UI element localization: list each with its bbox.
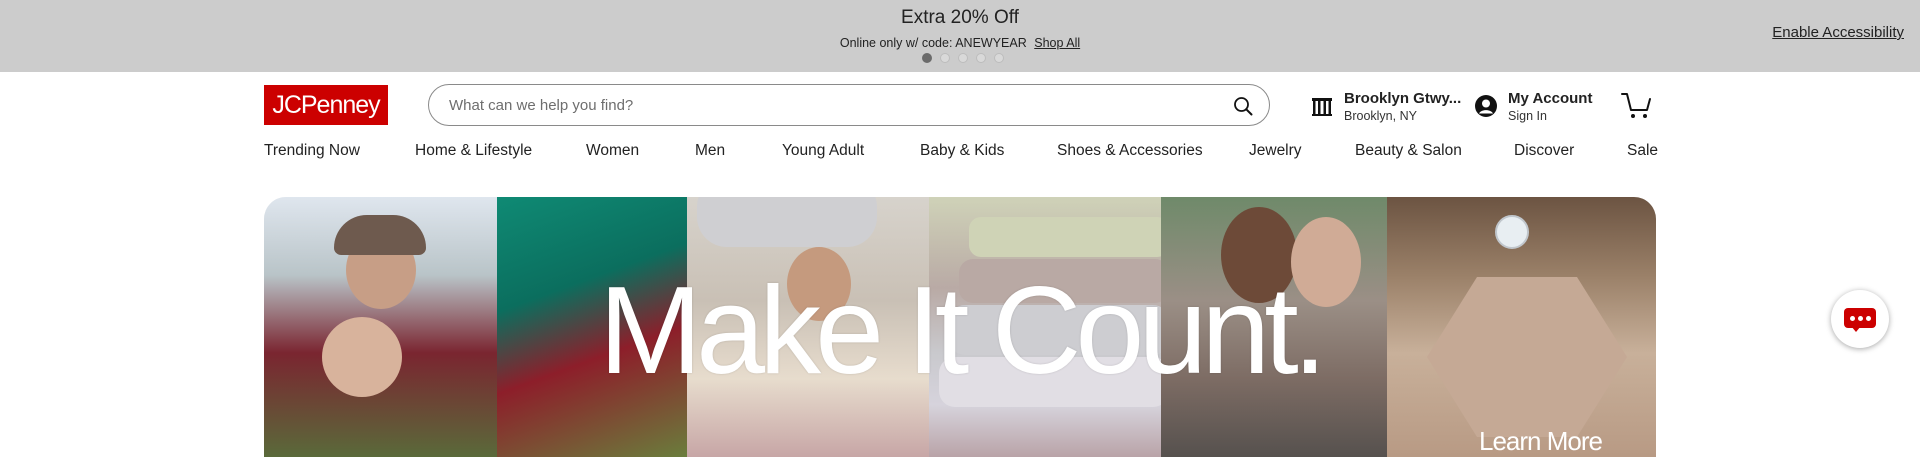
- nav-baby-kids[interactable]: Baby & Kids: [920, 142, 1004, 160]
- promo-subtitle: Online only w/ code: ANEWYEAR Shop All: [0, 36, 1920, 50]
- carousel-dot-3[interactable]: [958, 53, 968, 63]
- nav-men[interactable]: Men: [695, 142, 725, 160]
- shop-all-link[interactable]: Shop All: [1034, 36, 1080, 50]
- my-account[interactable]: My Account Sign In: [1474, 86, 1592, 126]
- nav-discover[interactable]: Discover: [1514, 142, 1574, 160]
- carousel-dot-1[interactable]: [922, 53, 932, 63]
- promo-subtitle-text: Online only w/ code: ANEWYEAR: [839, 36, 1027, 50]
- nav-young-adult[interactable]: Young Adult: [782, 142, 864, 160]
- carousel-dot-4[interactable]: [976, 53, 986, 63]
- hero-banner[interactable]: Make It Count. Learn More: [264, 197, 1656, 457]
- search-icon[interactable]: [1233, 96, 1253, 116]
- promo-carousel-dots: [922, 53, 1004, 63]
- account-sign-in: Sign In: [1508, 108, 1547, 123]
- nav-women[interactable]: Women: [586, 142, 639, 160]
- nav-beauty-salon[interactable]: Beauty & Salon: [1355, 142, 1462, 160]
- enable-accessibility-link[interactable]: Enable Accessibility: [1772, 24, 1904, 41]
- hero-headline: Make It Count.: [598, 262, 1327, 400]
- store-selector[interactable]: Brooklyn Gtwy... Brooklyn, NY: [1310, 86, 1461, 126]
- jcpenney-logo[interactable]: JCPenney: [264, 85, 388, 125]
- account-text: My Account Sign In: [1508, 90, 1592, 123]
- nav-jewelry[interactable]: Jewelry: [1249, 142, 1302, 160]
- hero-pillow-decoration: [697, 197, 877, 247]
- account-icon: [1475, 95, 1497, 117]
- carousel-dot-5[interactable]: [994, 53, 1004, 63]
- nav-home-lifestyle[interactable]: Home & Lifestyle: [415, 142, 532, 160]
- hero-pillow-decoration: [969, 217, 1169, 257]
- carousel-dot-2[interactable]: [940, 53, 950, 63]
- main-nav: Trending Now Home & Lifestyle Women Men …: [264, 142, 1658, 162]
- search-input[interactable]: [449, 94, 1209, 116]
- store-icon: [1312, 98, 1332, 116]
- chat-button[interactable]: [1831, 290, 1889, 348]
- promo-title: Extra 20% Off: [901, 7, 1019, 28]
- search-bar: [428, 84, 1270, 126]
- nav-sale[interactable]: Sale: [1627, 142, 1658, 160]
- promo-banner: Extra 20% Off Online only w/ code: ANEWY…: [0, 0, 1920, 72]
- store-name: Brooklyn Gtwy...: [1344, 89, 1462, 107]
- hero-diamond-decoration: [1495, 215, 1529, 249]
- cart-icon[interactable]: [1620, 90, 1652, 120]
- account-title: My Account: [1508, 89, 1593, 107]
- hero-hat-decoration: [334, 215, 426, 255]
- store-text: Brooklyn Gtwy... Brooklyn, NY: [1344, 90, 1461, 123]
- nav-trending-now[interactable]: Trending Now: [264, 142, 360, 160]
- store-location: Brooklyn, NY: [1344, 108, 1417, 123]
- nav-shoes-accessories[interactable]: Shoes & Accessories: [1057, 142, 1203, 160]
- hero-learn-more[interactable]: Learn More: [1479, 426, 1603, 457]
